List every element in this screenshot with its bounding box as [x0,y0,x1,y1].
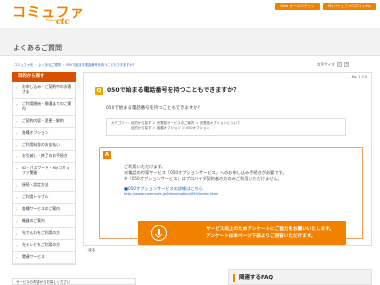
accent-bar [233,274,235,282]
site-header: コミュファ Powered by ctc Web メールログイン Myコミュファ… [0,0,380,28]
chevron-right-icon: › [16,195,18,201]
sidebar-item[interactable]: › 各種オプション [13,128,75,140]
sidebar-item-label: 各種オプション [22,129,49,135]
answer-box: A ご利用いただけます。 光電話の付帯サービス「050オプションサービス」へのお… [99,147,363,245]
survey-line: サービス向上のためアンケートにご協力をお願いいたします。 [206,227,334,232]
sidebar-item-label: 関連サービス [22,253,45,259]
web-mail-login-button[interactable]: Web メールログイン [275,3,320,10]
sidebar-item[interactable]: › 機器のご案内 [13,216,75,228]
chevron-right-icon: › [16,254,18,260]
chevron-right-icon: › [16,242,18,248]
breadcrumb-item[interactable]: コミュファ光 [14,63,33,67]
sidebar-list: › お申し込み・ご契約中のお客さま › ご利用開始・開通までのご案内 › ご契約内容・… [12,82,76,265]
title-bar: よくあるご質問 [0,28,380,56]
category-path-1[interactable]: 目的から探す ＞ 光電話サービスのご案内 ＞ 光電話オプションについて [131,121,240,125]
sidebar-item[interactable]: › お申し込み・ご契約中のお客さま [13,82,75,99]
chevron-right-icon: › [16,130,18,136]
chevron-right-icon: › [16,166,18,172]
sidebar-item-label: ご利用料金のお支払い [22,141,60,147]
question-title: 050で始まる電話番号を持つこともできますか？ [107,87,240,94]
sidebar-heading: 目的から探す [12,72,76,82]
page-title: よくあるご質問 [13,44,62,52]
chevron-right-icon: › [16,85,18,90]
sidebar-item-label: 各種サービスのご案内 [22,206,60,212]
option-detail-url[interactable]: http://www.commufa.jp/hikari/option/050/… [124,192,287,198]
category-path-2[interactable]: 目的から探す ＞ 各種オプション ＞ 050オプション [131,126,210,130]
sidebar-item-label: ご利用トラブル [22,194,49,200]
sidebar-item[interactable]: › ご契約内容・変更・解約 [13,116,75,128]
sidebar-item-label: ID・パスワード・Myコミュファ関連 [22,165,70,176]
sidebar-item[interactable]: › 関連サービス [13,252,75,264]
font-size-large-button[interactable]: 大 [344,62,350,67]
sidebar-item[interactable]: › 各種サービスのご案内 [13,204,75,216]
sidebar-item[interactable]: › お引越し・終了のお手続き [13,151,75,164]
question-body: 050で始まる電話番号を持つこともできますか？ [106,106,203,111]
mypage-login-button[interactable]: MyコミュファログインMy [323,3,376,10]
chevron-right-icon: › [16,154,18,160]
sidebar-item[interactable]: › ご利用料金のお支払い [13,140,75,152]
chevron-right-icon: › [16,118,18,124]
answer-badge-icon: A [103,151,111,159]
sidebar-item-label: 機器のご案内 [22,217,45,223]
sidebar: 目的から探す › お申し込み・ご契約中のお客さま › ご利用開始・開通までのご案内 … [12,72,76,265]
sidebar-item-label: お引越し・終了のお手続き [22,153,68,159]
sidebar-item[interactable]: › ご利用開始・開通までのご案内 [13,99,75,116]
breadcrumb: コミュファ光 › よくあるご質問 › 050で始まる電話番号を持つこともできますか？ [14,63,136,67]
font-size-small-button[interactable]: 小 [337,62,343,67]
chevron-right-icon: › [16,183,18,189]
arrow-down-circle-icon [151,225,167,241]
breadcrumb-current: 050で始まる電話番号を持つこともできますか？ [66,63,136,67]
answer-text: ご利用いただけます。 光電話の付帯サービス「050オプションサービス」へのお申し… [124,164,287,198]
sidebar-item-label: ご利用開始・開通までのご案内 [22,100,72,111]
sidebar-item-label: ご契約内容・変更・解約 [22,117,64,123]
service-search-box[interactable]: サービスの内容からお探しください [12,278,136,285]
chevron-right-icon: › [16,142,18,148]
category-box: カテゴリー：目的から探す ＞ 光電話サービスのご案内 ＞ 光電話オプションについ… [106,118,346,136]
chevron-right-icon: › [16,218,18,224]
breadcrumb-item[interactable]: よくあるご質問 [38,63,60,67]
font-size-control: 文字サイズ 小 大 [317,62,350,67]
question-badge-icon: Q [95,87,103,95]
commufa-logo[interactable]: コミュファ Powered by ctc [12,6,85,26]
related-faq-title: 関連するFAQ [239,275,274,281]
font-size-label: 文字サイズ [317,62,335,67]
faq-number: No. 1 3 8 [351,75,367,79]
chevron-right-icon: › [16,207,18,213]
sidebar-item[interactable]: › 接続・設定方法 [13,180,75,193]
faq-panel: No. 1 3 8 Q 050で始まる電話番号を持つこともできますか？ 050で… [83,72,372,246]
breadcrumb-separator: › [35,63,37,67]
sidebar-item[interactable]: › 光テレビをご利用の方 [13,240,75,252]
logo-ctc: ctc [56,16,70,26]
sidebar-item-label: 光テレビをご利用の方 [22,241,60,247]
chevron-right-icon: › [16,101,18,107]
breadcrumb-separator: › [62,63,64,67]
sidebar-item-label: お申し込み・ご契約中のお客さま [22,84,72,94]
sidebar-item-label: 接続・設定方法 [22,182,49,188]
chevron-right-icon: › [16,230,18,236]
sidebar-item[interactable]: › ご利用トラブル [13,192,75,205]
survey-banner[interactable]: サービス向上のためアンケートにご協力をお願いいたします。 アンケートは本ページ下… [138,221,346,245]
category-label: カテゴリー： [111,121,132,125]
back-link[interactable]: ‹戻る [86,248,95,252]
survey-line: アンケートは本ページ下部よりご回答いただけます。 [206,234,316,239]
sidebar-item-label: 光でんわをご利用の方 [22,229,60,235]
back-link-label: 戻る [88,248,96,252]
answer-note: ※「050オプションサービス」はプロバイダ契約者の方のみご利用いただけません。 [124,176,282,181]
sidebar-item[interactable]: › 光でんわをご利用の方 [13,228,75,240]
sidebar-item[interactable]: › ID・パスワード・Myコミュファ関連 [13,163,75,181]
survey-text: サービス向上のためアンケートにご協力をお願いいたします。 アンケートは本ページ下… [206,226,334,240]
related-faq-header: 関連するFAQ [228,269,372,285]
